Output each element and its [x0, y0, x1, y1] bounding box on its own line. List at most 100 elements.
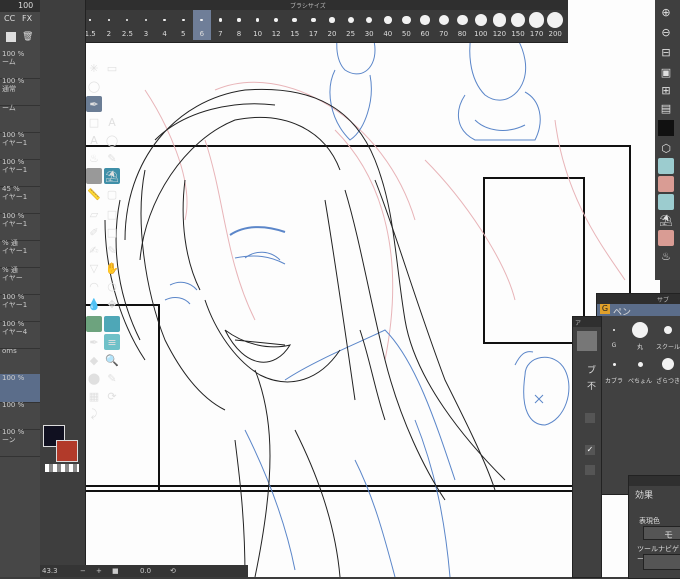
pen-tool-icon[interactable]: ✒ — [86, 96, 102, 112]
triangle-icon[interactable]: ▽ — [86, 260, 102, 276]
eraser-icon[interactable]: ▱ — [86, 206, 102, 222]
brush-size-2.5[interactable]: 2.5 — [118, 10, 136, 40]
layer-row[interactable]: 100 % ーン — [0, 428, 40, 457]
brush-size-80[interactable]: 80 — [453, 10, 471, 40]
blend-icon[interactable]: ◠ — [86, 278, 102, 294]
tone-icon-2[interactable] — [658, 176, 674, 192]
layer-row[interactable]: oms — [0, 347, 40, 376]
checkbox[interactable] — [585, 413, 595, 423]
brush-size-17[interactable]: 17 — [304, 10, 322, 40]
brush-size-70[interactable]: 70 — [435, 10, 453, 40]
layer-row[interactable]: 100 % — [0, 374, 40, 403]
color-swatch[interactable] — [658, 120, 674, 136]
layer-row[interactable]: 100 % イヤー1 — [0, 212, 40, 241]
fill-icon[interactable]: ⛱ — [658, 212, 674, 228]
layer-row[interactable]: 100 % — [0, 401, 40, 430]
subtool-item[interactable]: 丸 — [627, 320, 653, 352]
rotation-readout[interactable]: 0.0 — [140, 567, 151, 575]
brush-size-60[interactable]: 60 — [416, 10, 434, 40]
tone-icon[interactable] — [658, 158, 674, 174]
brush-size-170[interactable]: 170 — [528, 10, 546, 40]
ccx-icon[interactable]: CC — [4, 14, 15, 23]
brush-icon[interactable]: ✍ — [86, 242, 102, 258]
lines-icon[interactable]: ≡ — [104, 334, 120, 350]
brush-size-150[interactable]: 150 — [509, 10, 527, 40]
brush-size-30[interactable]: 30 — [360, 10, 378, 40]
brush-size-100[interactable]: 100 — [472, 10, 490, 40]
check-icon[interactable]: ✓ — [585, 445, 595, 455]
layer-icon[interactable]: ⊟ — [658, 44, 674, 60]
color-mode-button[interactable]: モ — [643, 526, 680, 541]
text-icon[interactable]: A — [104, 114, 120, 130]
zoom-out-icon[interactable]: ⊖ — [658, 24, 674, 40]
bucket-icon[interactable]: ♨ — [658, 248, 674, 264]
gradient-icon[interactable] — [86, 168, 102, 184]
brush-size-3[interactable]: 3 — [137, 10, 155, 40]
brush-size-12[interactable]: 12 — [267, 10, 285, 40]
transparent-color[interactable] — [45, 464, 79, 472]
subtool-item[interactable]: ぺちょん — [627, 354, 653, 386]
zoom-value[interactable]: 100 — [18, 1, 33, 10]
subtool-item[interactable]: カブラ — [601, 354, 627, 386]
brush-size-15[interactable]: 15 — [286, 10, 304, 40]
brush-size-8[interactable]: 8 — [230, 10, 248, 40]
layer-row[interactable]: 100 % イヤー1 — [0, 293, 40, 322]
subtool-group[interactable]: G ペン — [597, 304, 680, 318]
layer-row[interactable]: 100 % イヤー1 — [0, 131, 40, 160]
brush-size-40[interactable]: 40 — [379, 10, 397, 40]
layer-icon-2[interactable]: ⊞ — [658, 82, 674, 98]
stop-icon[interactable]: ■ — [112, 567, 119, 575]
wand-icon[interactable]: ✳ — [86, 60, 102, 76]
eyedropper-icon[interactable]: ✎ — [104, 150, 120, 166]
airbrush-icon[interactable]: ✐ — [86, 224, 102, 240]
layer-row[interactable]: 45 % イヤー1 — [0, 185, 40, 214]
toolnav-button[interactable] — [643, 554, 680, 570]
layer-row[interactable]: 100 % 通常 — [0, 77, 40, 106]
gradient-icon-2[interactable]: ▦ — [86, 388, 102, 404]
brush-size-6[interactable]: 6 — [192, 10, 211, 40]
zoom-in-icon[interactable]: + — [96, 567, 102, 575]
brush-size-4[interactable]: 4 — [156, 10, 174, 40]
hand-icon[interactable]: ✋ — [104, 260, 120, 276]
balloon-icon[interactable]: ◯ — [104, 132, 120, 148]
rect-select-icon[interactable]: ▭ — [104, 60, 120, 76]
layer-row[interactable]: % 通イヤー — [0, 266, 40, 295]
subtool-item[interactable]: スクール — [655, 320, 680, 352]
ellipse-icon[interactable]: ○ — [104, 278, 120, 294]
layer-row[interactable]: 100 % イヤー4 — [0, 320, 40, 349]
ruler-icon[interactable]: 📏 — [86, 186, 102, 202]
rotate-icon[interactable]: ⟲ — [170, 567, 176, 575]
subtool-item[interactable]: ざらつき — [655, 354, 680, 386]
background-color[interactable] — [56, 440, 78, 462]
layer-row[interactable]: 100 % イヤー1 — [0, 158, 40, 187]
brush-size-2[interactable]: 2 — [100, 10, 118, 40]
swap-icon[interactable]: ⤸ — [86, 406, 102, 422]
tone-icon[interactable] — [86, 316, 102, 332]
frame-icon-2[interactable]: □ — [104, 224, 120, 240]
camera-icon[interactable]: ▣ — [658, 64, 674, 80]
layer-row[interactable]: ーム — [0, 104, 40, 133]
rect-icon[interactable]: □ — [104, 206, 120, 222]
square-icon[interactable]: □ — [86, 114, 102, 130]
move-icon[interactable]: ✥ — [104, 296, 120, 312]
bucket-icon[interactable]: ♨ — [86, 150, 102, 166]
fx-icon[interactable]: FX — [22, 14, 32, 23]
layer-row[interactable]: % 通イヤー1 — [0, 239, 40, 268]
pen-icon-2[interactable]: ✎ — [104, 370, 120, 386]
pencil-icon[interactable]: ✎ — [104, 242, 120, 258]
brush-size-20[interactable]: 20 — [323, 10, 341, 40]
brush-size-200[interactable]: 200 — [546, 10, 564, 40]
text-icon-2[interactable]: A — [86, 132, 102, 148]
brush-size-25[interactable]: 25 — [342, 10, 360, 40]
zoom-icon[interactable]: ⊕ — [658, 4, 674, 20]
zoom-readout[interactable]: 43.3 — [42, 567, 58, 575]
subtool-item[interactable]: G — [601, 320, 627, 352]
rotate-icon[interactable]: ⟳ — [104, 388, 120, 404]
checkbox-2[interactable] — [585, 465, 595, 475]
brush-size-50[interactable]: 50 — [397, 10, 415, 40]
brush-size-7[interactable]: 7 — [211, 10, 229, 40]
pen-icon[interactable]: ✒ — [86, 334, 102, 350]
tone-icon-3[interactable] — [658, 194, 674, 210]
tone-icon-4[interactable] — [658, 230, 674, 246]
drop-icon[interactable]: 💧 — [86, 296, 102, 312]
